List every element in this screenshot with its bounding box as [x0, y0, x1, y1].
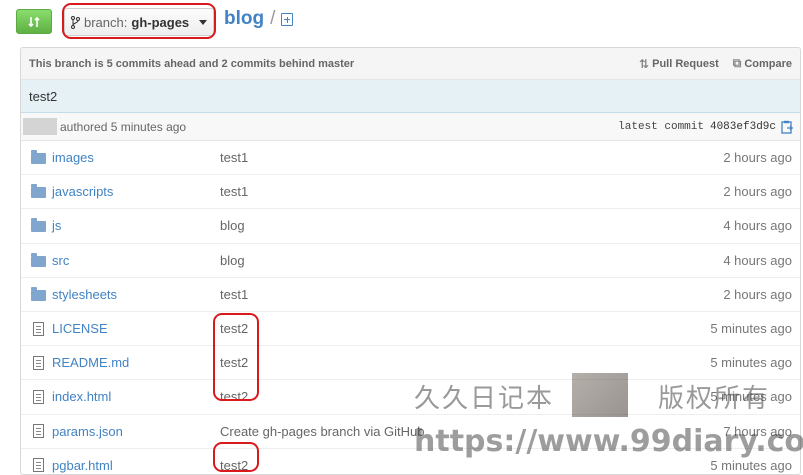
file-icon	[32, 424, 44, 439]
commit-message-link[interactable]: test1	[220, 150, 248, 165]
repo-header: branch: gh-pages blog /	[0, 0, 803, 44]
directory-icon	[30, 184, 46, 199]
commit-message-link[interactable]: test1	[220, 287, 248, 302]
directory-icon	[30, 286, 46, 301]
message-highlight-annotation	[213, 442, 259, 472]
watermark-photo	[572, 373, 628, 417]
commit-message: test2	[29, 88, 58, 104]
file-name-link[interactable]: images	[52, 150, 94, 165]
file-age: 5 minutes ago	[710, 355, 792, 371]
latest-commit-label: latest commit	[618, 120, 704, 133]
pull-request-label: Pull Request	[652, 57, 719, 70]
file-icon	[32, 355, 44, 370]
commit-authored: authored 5 minutes ago	[60, 119, 187, 134]
file-row[interactable]: LICENSE test2 5 minutes ago	[21, 310, 800, 345]
commit-message-link[interactable]: blog	[220, 218, 245, 233]
file-name-link[interactable]: javascripts	[52, 184, 113, 199]
compare-review-button[interactable]	[16, 9, 52, 34]
file-browser: This branch is 5 commits ahead and 2 com…	[20, 47, 801, 475]
new-file-icon[interactable]	[281, 12, 294, 26]
file-row[interactable]: stylesheets test1 2 hours ago	[21, 276, 800, 311]
directory-icon	[30, 218, 46, 233]
commit-message-link[interactable]: Create gh-pages branch via GitHub	[220, 424, 425, 439]
file-age: 5 minutes ago	[710, 321, 792, 337]
breadcrumb: blog /	[224, 8, 294, 30]
file-name-link[interactable]: js	[52, 218, 61, 233]
file-icon	[32, 321, 44, 336]
compare-label: Compare	[744, 57, 792, 70]
commit-message-link[interactable]: test1	[220, 184, 248, 199]
file-list: images test1 2 hours ago javascripts test1 2 …	[21, 141, 800, 474]
file-row[interactable]: js blog 4 hours ago	[21, 208, 800, 242]
file-icon	[32, 389, 44, 404]
file-icon	[32, 458, 44, 473]
file-age: 2 hours ago	[723, 286, 792, 302]
file-name-link[interactable]: pgbar.html	[52, 458, 113, 473]
file-age: 4 hours ago	[723, 218, 792, 234]
author-avatar[interactable]	[23, 118, 57, 135]
commit-message-link[interactable]: blog	[220, 253, 245, 268]
pull-request-link[interactable]: ⇅ Pull Request	[639, 57, 719, 71]
file-row[interactable]: params.json Create gh-pages branch via Gi…	[21, 413, 800, 448]
directory-icon	[30, 150, 46, 165]
file-age: 5 minutes ago	[710, 457, 792, 473]
directory-icon	[30, 252, 46, 267]
file-row[interactable]: images test1 2 hours ago	[21, 141, 800, 174]
file-name-link[interactable]: index.html	[52, 389, 111, 404]
commit-meta: authored 5 minutes ago latest commit 408…	[21, 113, 800, 141]
file-name-link[interactable]: LICENSE	[52, 321, 108, 336]
file-age: 2 hours ago	[723, 184, 792, 200]
repo-name-link[interactable]: blog	[224, 8, 264, 30]
file-name-link[interactable]: stylesheets	[52, 287, 117, 302]
file-row[interactable]: README.md test2 5 minutes ago	[21, 345, 800, 379]
file-row[interactable]: pgbar.html test2 5 minutes ago	[21, 447, 800, 474]
compare-arrows-icon	[28, 16, 40, 27]
file-age: 4 hours ago	[723, 252, 792, 268]
branch-status-bar: This branch is 5 commits ahead and 2 com…	[21, 48, 800, 80]
breadcrumb-separator: /	[270, 8, 276, 29]
file-row[interactable]: javascripts test1 2 hours ago	[21, 174, 800, 208]
compare-icon: ⧉	[732, 56, 742, 70]
compare-link[interactable]: ⧉ Compare	[733, 56, 792, 71]
file-age: 5 minutes ago	[710, 389, 792, 405]
file-row[interactable]: index.html test2 5 minutes ago	[21, 379, 800, 413]
clipboard-icon[interactable]	[781, 120, 794, 134]
file-age: 7 hours ago	[723, 423, 792, 439]
file-row[interactable]: src blog 4 hours ago	[21, 242, 800, 277]
file-name-link[interactable]: README.md	[52, 355, 129, 370]
pull-request-icon: ⇅	[639, 56, 650, 71]
file-age: 2 hours ago	[723, 150, 792, 166]
file-name-link[interactable]: src	[52, 253, 69, 268]
file-name-link[interactable]: params.json	[52, 424, 123, 439]
branch-status-text: This branch is 5 commits ahead and 2 com…	[29, 57, 355, 70]
commit-sha-link[interactable]: 4083ef3d9c	[710, 121, 776, 133]
branch-highlight-annotation	[62, 3, 216, 39]
latest-commit-title[interactable]: test2	[21, 80, 800, 113]
message-highlight-annotation	[213, 313, 259, 401]
